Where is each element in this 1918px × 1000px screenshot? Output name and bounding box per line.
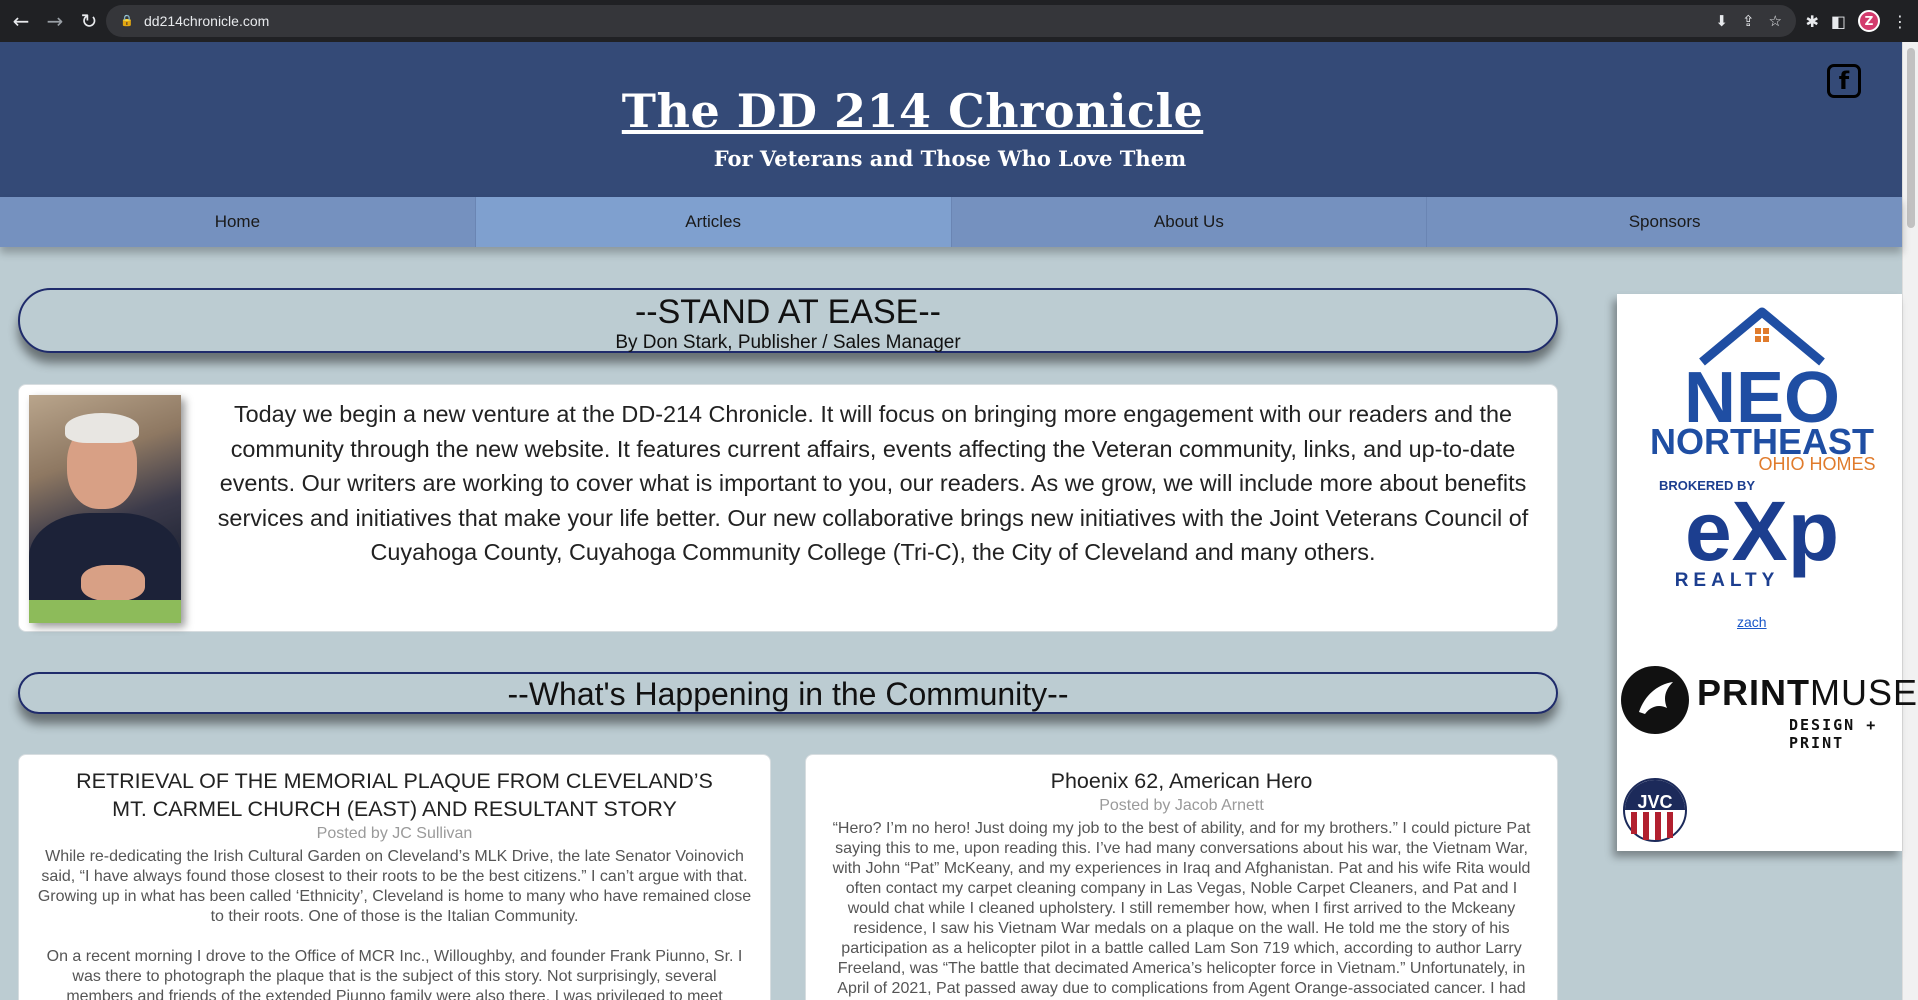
site-tagline: For Veterans and Those Who Love Them <box>713 146 1187 171</box>
printmuse-logo[interactable]: PRINTMUSE DESIGN + PRINT <box>1619 664 1917 752</box>
side-panel-icon[interactable]: ◧ <box>1831 12 1846 31</box>
article-paragraph: On a recent morning I drove to the Offic… <box>46 948 743 1000</box>
lock-icon: 🔒 <box>120 14 134 27</box>
feature-body: Today we begin a new venture at the DD-2… <box>217 401 1529 565</box>
feature-card: Today we begin a new venture at the DD-2… <box>18 384 1558 632</box>
page-scrollbar[interactable] <box>1902 42 1918 1000</box>
forward-arrow-icon[interactable]: → <box>42 8 68 34</box>
article-author: Posted by Jacob Arnett <box>1099 797 1264 814</box>
extension-area: ✱ ◧ Z ⋮ <box>1805 8 1908 34</box>
kebab-menu-icon[interactable]: ⋮ <box>1892 12 1908 31</box>
facebook-icon[interactable]: f <box>1827 64 1861 98</box>
community-banner: --What's Happening in the Community-- <box>18 672 1558 714</box>
ohio-homes-text: OHIO HOMES <box>1758 454 1875 474</box>
share-icon[interactable]: ⇪ <box>1742 12 1755 30</box>
realty-text: REALTY <box>1675 570 1780 591</box>
exp-text: eXp <box>1685 484 1839 578</box>
nav-sponsors[interactable]: Sponsors <box>1427 197 1902 247</box>
neo-northeast-logo[interactable]: NEO NORTHEAST OHIO HOMES <box>1647 304 1877 474</box>
article-card[interactable]: Phoenix 62, American Hero Posted by Jaco… <box>805 754 1558 1000</box>
reload-icon[interactable]: ↻ <box>76 8 102 34</box>
puzzle-icon[interactable]: ✱ <box>1805 12 1818 31</box>
feature-title: --STAND AT EASE-- <box>634 293 942 331</box>
community-heading: --What's Happening in the Community-- <box>507 676 1069 712</box>
bookmark-star-icon[interactable]: ☆ <box>1769 12 1782 30</box>
back-arrow-icon[interactable]: ← <box>8 8 34 34</box>
author-photo <box>29 395 181 623</box>
jvc-text: JVC <box>1637 792 1672 812</box>
url-text[interactable]: dd214chronicle.com <box>144 13 269 29</box>
eagle-icon <box>1621 666 1689 734</box>
feature-byline: By Don Stark, Publisher / Sales Manager <box>615 332 961 353</box>
scrollbar-thumb[interactable] <box>1907 48 1915 228</box>
exp-realty-logo[interactable]: BROKERED BY eXp REALTY <box>1657 472 1867 592</box>
jvc-logo[interactable]: JVC <box>1623 778 1687 842</box>
article-card[interactable]: RETRIEVAL OF THE MEMORIAL PLAQUE FROM CL… <box>18 754 771 1000</box>
nav-articles[interactable]: Articles <box>475 197 952 247</box>
install-app-icon[interactable]: ⬇ <box>1715 12 1728 30</box>
article-author: Posted by JC Sullivan <box>316 825 473 842</box>
address-bar-actions: ⬇ ⇪ ☆ <box>1715 5 1782 37</box>
article-paragraph: “Hero? I’m no hero! Just doing my job to… <box>832 820 1531 997</box>
sponsor-sidebar: NEO NORTHEAST OHIO HOMES BROKERED BY eXp… <box>1617 294 1917 851</box>
broken-image-link[interactable]: zach <box>1737 614 1767 630</box>
article-title[interactable]: RETRIEVAL OF THE MEMORIAL PLAQUE FROM CL… <box>19 767 770 823</box>
feature-banner: --STAND AT EASE-- By Don Stark, Publishe… <box>18 288 1558 353</box>
main-nav: Home Articles About Us Sponsors <box>0 197 1902 247</box>
site-header: The DD 214 Chronicle For Veterans and Th… <box>0 42 1902 197</box>
article-title[interactable]: Phoenix 62, American Hero <box>806 767 1557 795</box>
profile-avatar[interactable]: Z <box>1858 10 1880 32</box>
nav-about-us[interactable]: About Us <box>952 197 1428 247</box>
article-excerpt: While re-dedicating the Irish Cultural G… <box>19 845 770 1000</box>
printmuse-tagline: DESIGN + PRINT <box>1789 716 1878 752</box>
article-paragraph: While re-dedicating the Irish Cultural G… <box>37 848 752 925</box>
nav-home[interactable]: Home <box>0 197 476 247</box>
printmuse-name: PRINTMUSE <box>1697 672 1918 713</box>
site-title[interactable]: The DD 214 Chronicle <box>0 84 1825 138</box>
article-excerpt: “Hero? I’m no hero! Just doing my job to… <box>806 817 1557 999</box>
address-bar[interactable]: 🔒 dd214chronicle.com ⬇ ⇪ ☆ <box>106 5 1796 37</box>
browser-toolbar: ← → ↻ 🔒 dd214chronicle.com ⬇ ⇪ ☆ ✱ ◧ Z ⋮ <box>0 0 1918 42</box>
